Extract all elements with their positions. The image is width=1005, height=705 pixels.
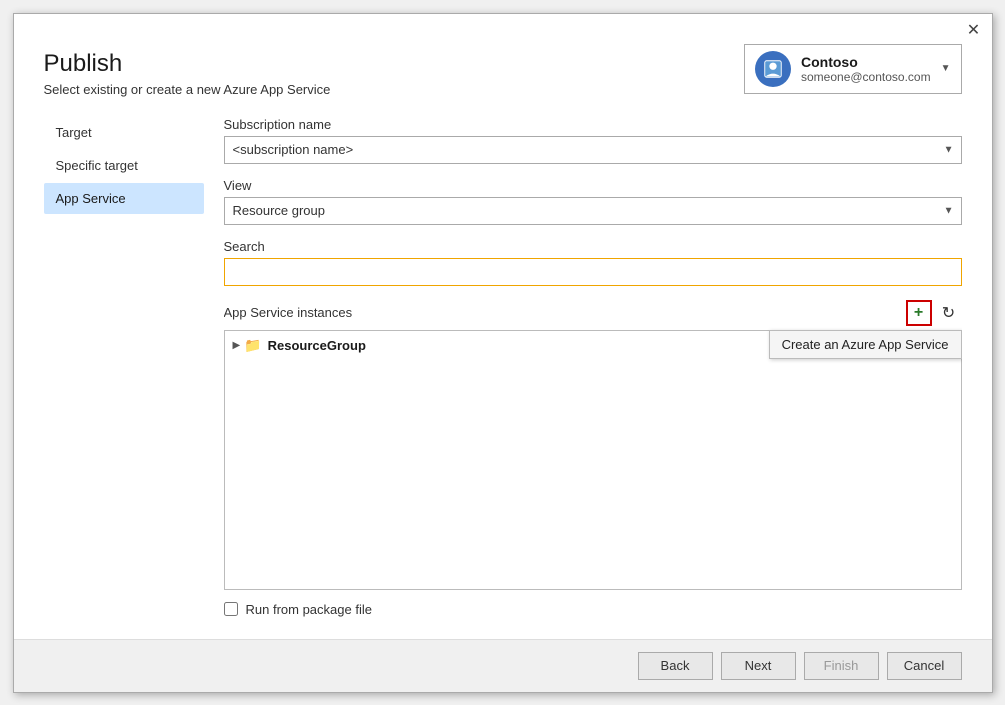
plus-icon: + (914, 304, 923, 322)
instances-section: App Service instances + ↻ Create an Azur… (224, 300, 962, 629)
view-wrapper: Resource group ▼ (224, 197, 962, 225)
view-label: View (224, 178, 962, 193)
run-from-package-checkbox[interactable] (224, 602, 238, 616)
dialog-footer: Back Next Finish Cancel (14, 639, 992, 692)
subscription-wrapper: <subscription name> ▼ (224, 136, 962, 164)
run-from-package-label: Run from package file (246, 602, 372, 617)
add-app-service-button[interactable]: + (906, 300, 932, 326)
instances-actions: + ↻ Create an Azure App Service (906, 300, 962, 326)
search-label: Search (224, 239, 962, 254)
next-button[interactable]: Next (721, 652, 796, 680)
instances-list[interactable]: ▶ 📁 ResourceGroup (224, 330, 962, 590)
search-field-group: Search (224, 239, 962, 286)
publish-dialog: ✕ Contoso someone@contoso.com ▼ Publish … (13, 13, 993, 693)
sidebar-item-specific-target[interactable]: Specific target (44, 150, 204, 181)
add-tooltip: Create an Azure App Service (769, 330, 962, 359)
resource-group-label: ResourceGroup (268, 338, 366, 353)
sidebar: Target Specific target App Service (44, 107, 204, 639)
account-name: Contoso (801, 54, 931, 70)
instances-label: App Service instances (224, 305, 353, 320)
close-button[interactable]: ✕ (964, 20, 984, 40)
checkbox-row: Run from package file (224, 590, 962, 629)
refresh-icon: ↻ (942, 303, 955, 323)
main-content: Subscription name <subscription name> ▼ … (204, 107, 962, 639)
account-badge[interactable]: Contoso someone@contoso.com ▼ (744, 44, 962, 94)
account-email: someone@contoso.com (801, 70, 931, 84)
content-area: Target Specific target App Service Subsc… (14, 107, 992, 639)
chevron-down-icon: ▼ (941, 63, 951, 74)
sidebar-item-target[interactable]: Target (44, 117, 204, 148)
sidebar-item-app-service[interactable]: App Service (44, 183, 204, 214)
subscription-field-group: Subscription name <subscription name> ▼ (224, 117, 962, 164)
folder-icon: 📁 (244, 337, 261, 354)
avatar (755, 51, 791, 87)
tree-expand-icon: ▶ (233, 340, 241, 351)
view-field-group: View Resource group ▼ (224, 178, 962, 225)
account-info: Contoso someone@contoso.com (801, 54, 931, 84)
finish-button[interactable]: Finish (804, 652, 879, 680)
cancel-button[interactable]: Cancel (887, 652, 962, 680)
view-select[interactable]: Resource group (224, 197, 962, 225)
instances-header: App Service instances + ↻ Create an Azur… (224, 300, 962, 326)
subscription-select[interactable]: <subscription name> (224, 136, 962, 164)
search-input[interactable] (224, 258, 962, 286)
refresh-button[interactable]: ↻ (936, 300, 962, 326)
subscription-label: Subscription name (224, 117, 962, 132)
title-bar: ✕ (14, 14, 992, 40)
back-button[interactable]: Back (638, 652, 713, 680)
